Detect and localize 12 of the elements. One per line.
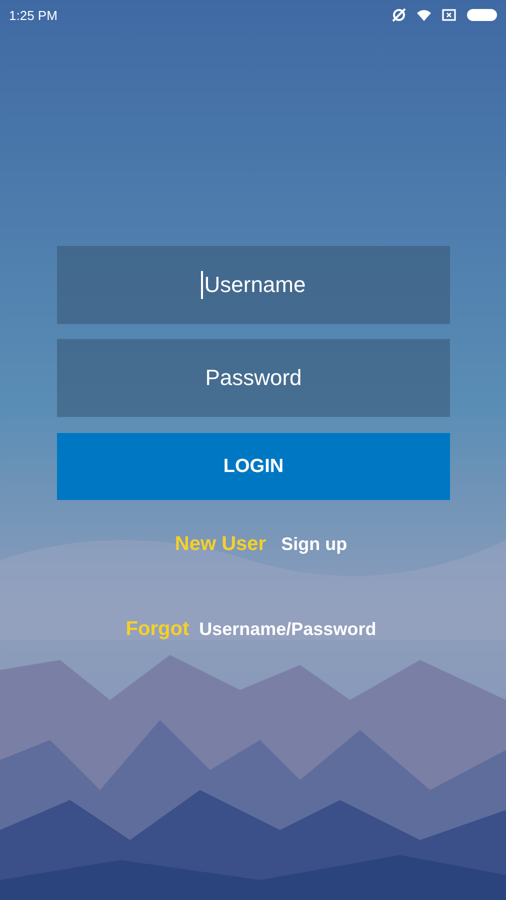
link-prompt: New User bbox=[174, 533, 266, 556]
wifi-icon bbox=[416, 7, 432, 23]
login-button[interactable]: LOGIN bbox=[57, 433, 450, 500]
input-field[interactable]: Password bbox=[57, 339, 450, 417]
link-prompt: Forgot bbox=[126, 618, 190, 641]
sync-off-icon bbox=[391, 7, 407, 23]
input-field[interactable]: Username bbox=[57, 246, 450, 324]
sim-icon bbox=[441, 7, 457, 23]
link[interactable]: Sign up bbox=[281, 534, 348, 555]
status-time: 1:25 PM bbox=[9, 8, 58, 22]
battery-icon bbox=[466, 8, 498, 22]
link[interactable]: Username/Password bbox=[199, 619, 376, 640]
